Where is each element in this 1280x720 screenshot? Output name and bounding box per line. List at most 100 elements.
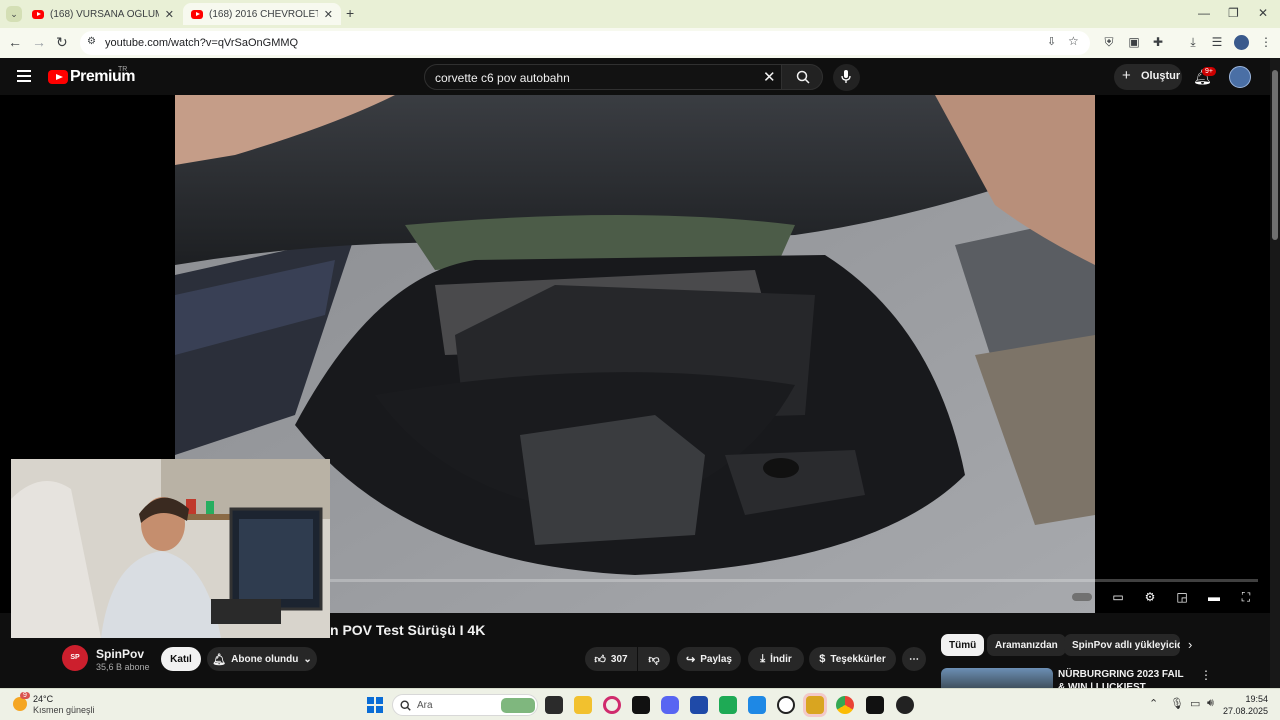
clock-time[interactable]: 19:54	[1230, 694, 1268, 704]
search-button[interactable]	[781, 64, 823, 90]
file-explorer-icon[interactable]	[574, 696, 592, 714]
create-label: Oluştur	[1141, 70, 1181, 82]
reading-list-icon[interactable]: ☰	[1210, 35, 1224, 49]
tab-search-button[interactable]: ⌄	[6, 6, 22, 22]
reload-button[interactable]: ↻	[56, 34, 68, 51]
settings-gear-icon[interactable]: ⚙	[1142, 589, 1158, 605]
theater-mode-icon[interactable]: ▬	[1206, 589, 1222, 605]
window-close-button[interactable]: ✕	[1258, 6, 1268, 20]
youtube-favicon-icon	[32, 9, 44, 19]
thumbs-up-icon: 👍︎	[594, 653, 606, 666]
chip-from-uploader[interactable]: SpinPov adlı yükleyiciden	[1064, 634, 1180, 656]
video-title: n POV Test Sürüşü I 4K	[330, 622, 486, 638]
page-scrollbar[interactable]	[1270, 58, 1280, 688]
join-button[interactable]: Katıl	[161, 647, 201, 671]
taskbar-search-input[interactable]: Ara	[392, 694, 538, 716]
search-highlight-image	[501, 698, 535, 713]
shield-extension-icon[interactable]: ⛨	[1102, 35, 1116, 49]
tradingview-icon[interactable]	[632, 696, 650, 714]
thumbs-down-icon: 👎︎	[648, 653, 660, 666]
download-button[interactable]: ⤓ İndir	[748, 647, 804, 671]
chevron-up-icon[interactable]: ⌃	[1149, 697, 1158, 710]
extension-badge-icon[interactable]: ▣	[1127, 35, 1141, 49]
chatgpt-icon[interactable]	[777, 696, 795, 714]
profile-avatar[interactable]	[1234, 35, 1249, 50]
search-query-text: corvette c6 pov autobahn	[435, 71, 570, 85]
subtitles-icon[interactable]: ▭	[1110, 589, 1126, 605]
subscriber-count: 35,6 B abone	[96, 662, 150, 672]
clear-search-icon[interactable]: ✕	[763, 68, 776, 86]
forward-button[interactable]: →	[32, 34, 46, 50]
chrome-icon[interactable]	[836, 696, 854, 714]
app-icon[interactable]	[690, 696, 708, 714]
restore-button[interactable]: ❐	[1228, 6, 1239, 20]
start-button-icon[interactable]	[367, 697, 383, 713]
discord-icon[interactable]	[661, 696, 679, 714]
vscode-icon[interactable]	[748, 696, 766, 714]
task-view-icon[interactable]	[545, 696, 563, 714]
microphone-tray-icon[interactable]: 🎙︎	[1170, 697, 1184, 710]
site-info-icon[interactable]: ⚙	[87, 36, 96, 47]
more-vertical-icon[interactable]: ⋮	[1200, 668, 1212, 682]
chevron-right-icon[interactable]: ›	[1188, 637, 1192, 652]
weather-temperature[interactable]: 24°C	[33, 694, 53, 704]
more-actions-button[interactable]: ⋯	[902, 647, 926, 671]
dislike-button[interactable]: 👎︎	[638, 647, 670, 671]
minimize-button[interactable]: —	[1198, 6, 1210, 20]
thanks-button[interactable]: $ Teşekkürler	[809, 647, 896, 671]
channel-name[interactable]: SpinPov	[96, 647, 144, 661]
recommended-title[interactable]: NÜRBURGRING 2023 FAIL & WIN | LUCKIEST D…	[1058, 668, 1193, 690]
browser-tab[interactable]: (168) VURSANA OĞLUM! Türkiye ✕	[24, 3, 182, 25]
url-text: youtube.com/watch?v=qVrSaOnGMMQ	[105, 37, 299, 49]
install-app-icon[interactable]: ⇩	[1047, 35, 1056, 48]
chip-all[interactable]: Tümü	[941, 634, 985, 656]
scrollbar-thumb[interactable]	[1272, 70, 1278, 240]
download-label: İndir	[770, 653, 792, 665]
weather-badge: 9	[20, 692, 30, 699]
close-icon[interactable]: ✕	[165, 8, 174, 21]
green-app-icon[interactable]	[719, 696, 737, 714]
download-icon[interactable]: ⤓	[1186, 35, 1200, 49]
record-app-icon[interactable]	[896, 696, 914, 714]
account-avatar[interactable]	[1229, 66, 1251, 88]
clock-date: 27.08.2025	[1222, 706, 1268, 716]
address-bar[interactable]: ⚙ youtube.com/watch?v=qVrSaOnGMMQ ⇩ ☆	[80, 31, 1090, 55]
share-button[interactable]: ↪ Paylaş	[677, 647, 741, 671]
autoplay-toggle[interactable]	[1072, 589, 1094, 605]
search-input[interactable]: corvette c6 pov autobahn ✕	[424, 64, 782, 90]
new-tab-button[interactable]: +	[346, 5, 354, 21]
browser-tab-strip: ⌄ (168) VURSANA OĞLUM! Türkiye ✕ (168) 2…	[0, 0, 1280, 28]
channel-avatar[interactable]: SP	[62, 645, 88, 671]
voice-search-button[interactable]	[833, 64, 860, 91]
fullscreen-icon[interactable]: ⛶	[1238, 589, 1254, 605]
youtube-logo-icon[interactable]	[48, 70, 68, 84]
hamburger-menu-icon[interactable]	[17, 70, 31, 82]
network-icon[interactable]: ▭	[1190, 697, 1200, 710]
download-icon: ⤓	[760, 652, 766, 665]
microphone-icon	[841, 70, 851, 83]
weather-sun-icon[interactable]	[13, 697, 27, 711]
chip-label: SpinPov adlı yükleyiciden	[1072, 639, 1180, 651]
recommended-thumbnail[interactable]	[941, 668, 1053, 690]
menu-kebab-icon[interactable]: ⋮	[1259, 35, 1273, 49]
opera-icon[interactable]	[603, 696, 621, 714]
volume-icon[interactable]: 🔊︎	[1207, 697, 1214, 710]
capcut-icon[interactable]	[866, 696, 884, 714]
browser-tab-active[interactable]: (168) 2016 CHEVROLET CORVETTE ✕	[183, 3, 341, 25]
chip-label: Tümü	[949, 639, 977, 651]
sticky-app-icon[interactable]	[806, 696, 824, 714]
chip-from-search[interactable]: Aramanızdan	[987, 634, 1066, 656]
bookmark-star-icon[interactable]: ☆	[1068, 34, 1079, 48]
chip-label: Aramanızdan	[995, 639, 1058, 651]
tab-title: (168) 2016 CHEVROLET CORVETTE	[209, 8, 318, 20]
close-icon[interactable]: ✕	[324, 8, 333, 21]
more-horizontal-icon: ⋯	[909, 653, 919, 665]
subscribed-button[interactable]: 🔔︎ Abone olundu ⌄	[207, 647, 317, 671]
create-button[interactable]: + Oluştur	[1114, 64, 1182, 90]
back-button[interactable]: ←	[8, 34, 22, 50]
notification-count-badge: 9+	[1202, 67, 1216, 76]
puzzle-icon[interactable]: ✚	[1151, 35, 1165, 49]
miniplayer-icon[interactable]: ◲	[1174, 589, 1190, 605]
like-button[interactable]: 👍︎ 307	[585, 647, 637, 671]
search-icon	[400, 700, 411, 711]
